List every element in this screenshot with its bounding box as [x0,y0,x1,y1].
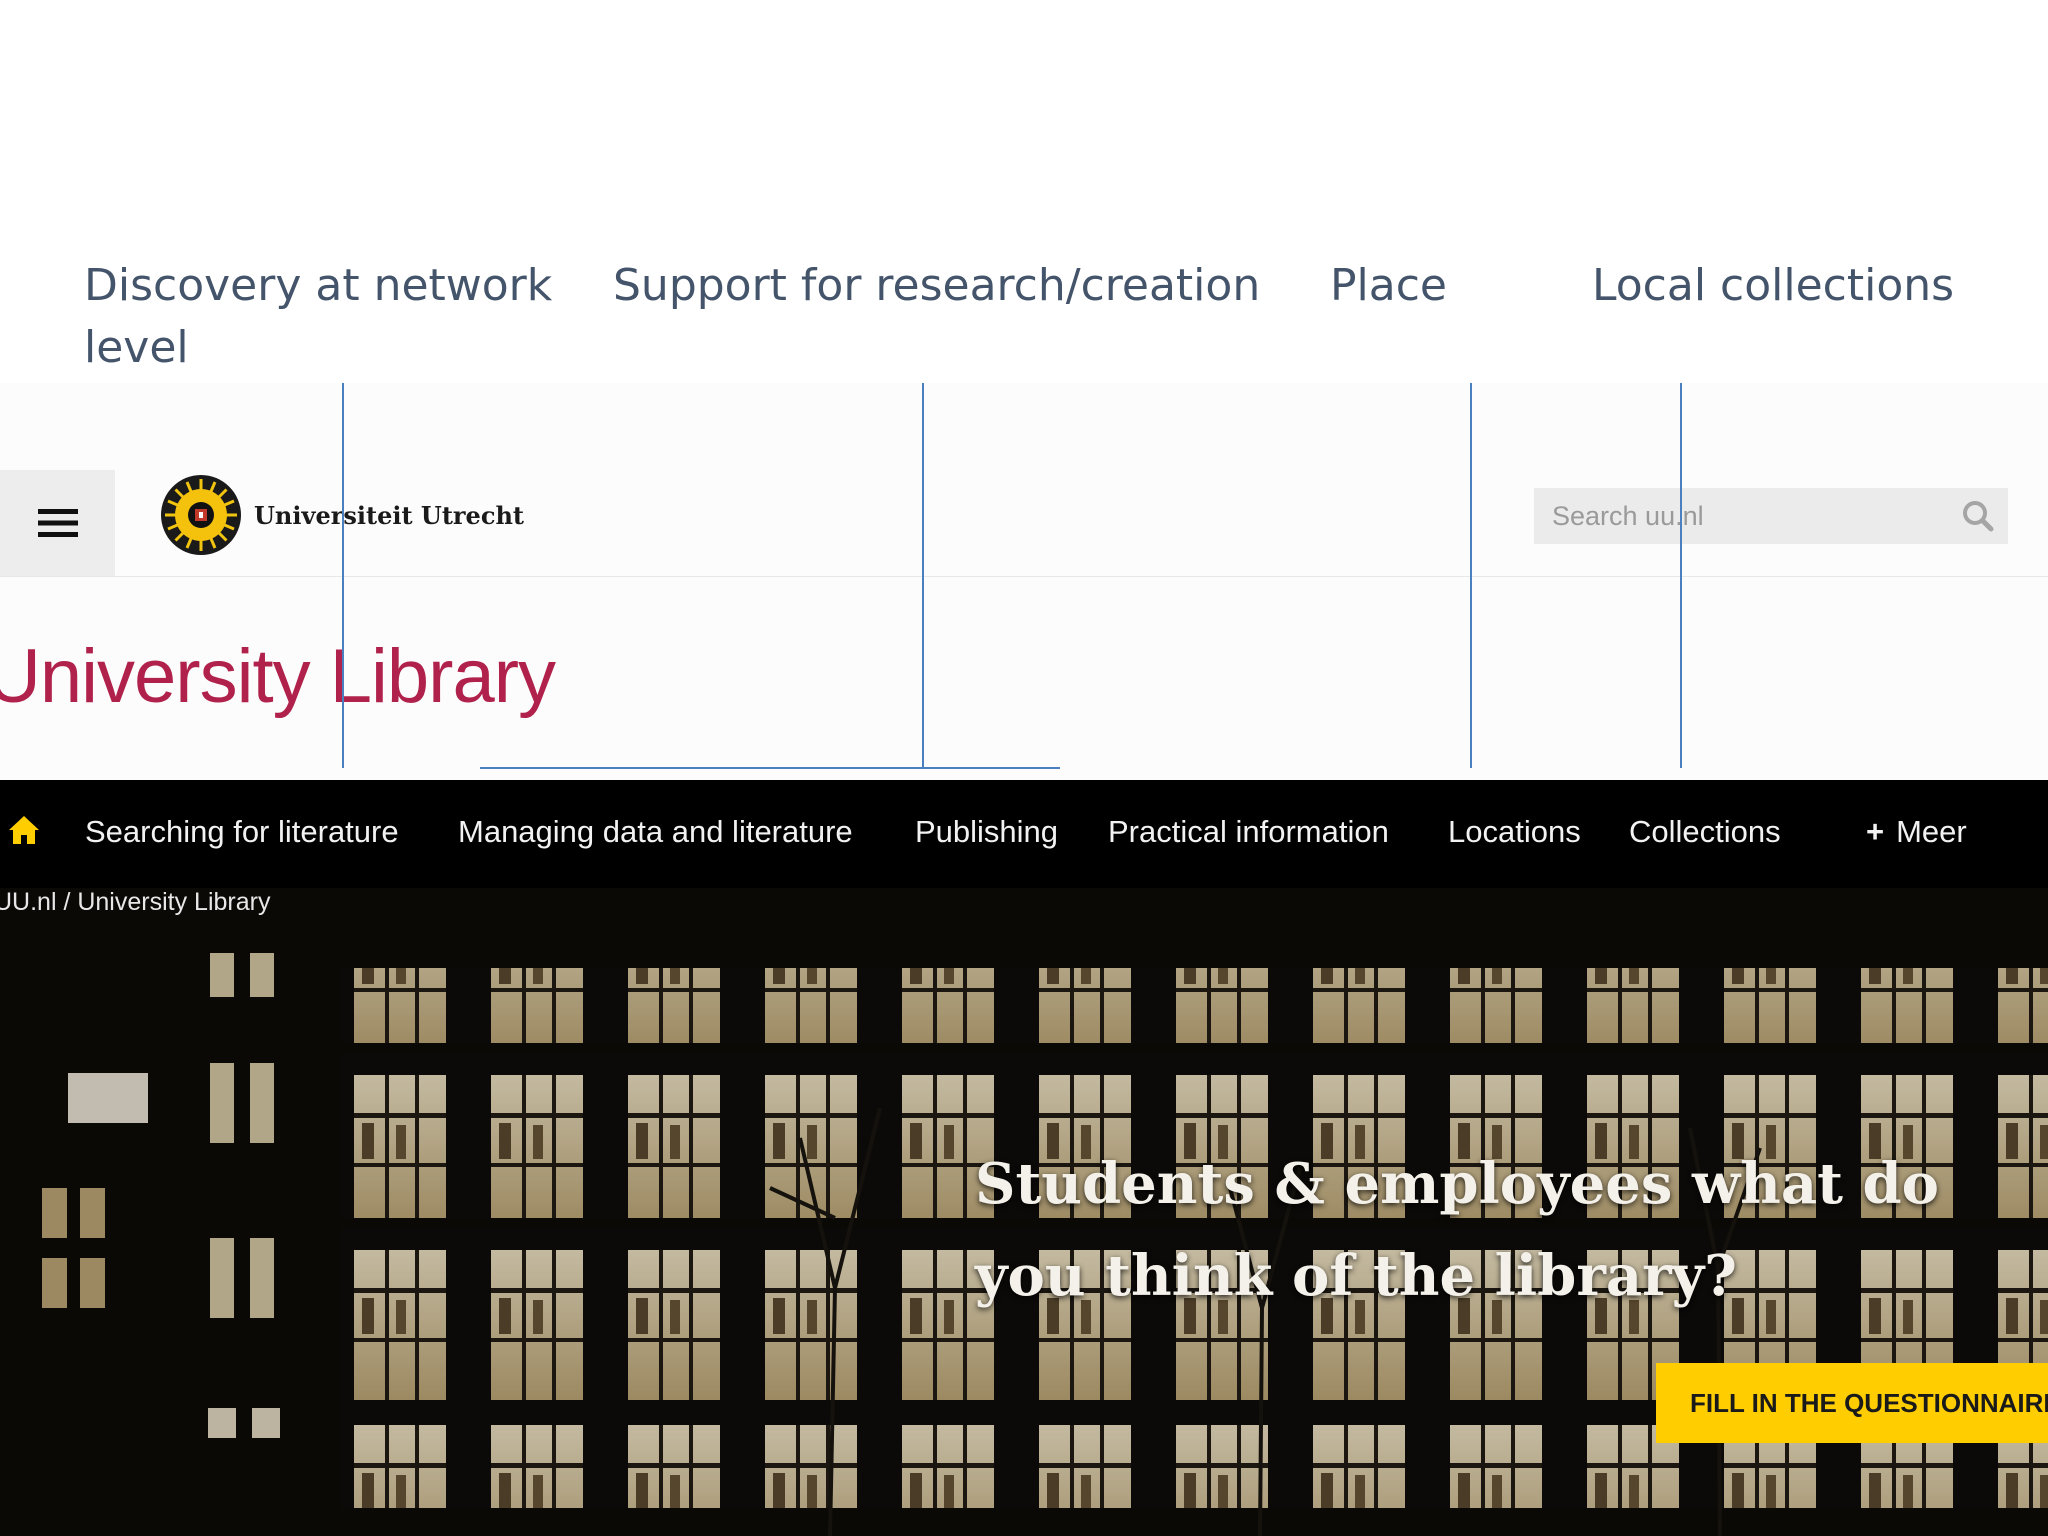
nav-more-label: Meer [1896,814,1967,849]
nav-item-managing-data[interactable]: Managing data and literature [458,814,853,850]
search-button[interactable] [1948,488,2008,544]
search-icon [1963,501,1994,532]
fill-in-questionnaire-button[interactable]: FILL IN THE QUESTIONNAIRE [1656,1363,2048,1443]
hero-title: Students & employees what do you think o… [975,1151,1940,1309]
hamburger-menu-icon [37,509,78,537]
nav-home[interactable] [8,814,40,851]
search-input[interactable] [1534,487,1948,545]
nav-item-publishing[interactable]: Publishing [915,814,1058,850]
search-box [1534,487,2008,545]
annotation-line-local-collections [1680,383,1682,768]
annotation-local-collections: Local collections [1592,260,1955,311]
annotation-place: Place [1330,260,1447,311]
university-seal-icon [161,475,241,555]
annotation-line-place [1470,383,1472,768]
annotation-line-support [922,383,924,768]
annotation-line-discovery [342,383,344,768]
annotation-discovery: Discovery at network level [84,260,553,373]
plus-icon: + [1866,814,1885,849]
nav-item-locations[interactable]: Locations [1448,814,1581,850]
site-header: Universiteit Utrecht University Library [0,383,2048,780]
home-icon [9,816,39,844]
breadcrumb[interactable]: UU.nl / University Library [0,888,270,917]
nav-item-practical-information[interactable]: Practical information [1108,814,1389,850]
annotation-support: Support for research/creation [613,260,1261,311]
nav-item-searching-for-literature[interactable]: Searching for literature [85,814,399,850]
header-divider [0,576,2048,577]
nav-item-collections[interactable]: Collections [1629,814,1781,850]
main-navigation: Searching for literature Managing data a… [0,780,2048,888]
hero-banner: UU.nl / University Library Students & em… [0,888,2048,1536]
annotation-line-support-horizontal [480,767,1060,769]
site-title[interactable]: University Library [0,633,556,720]
nav-more-button[interactable]: + Meer [1866,814,1967,850]
library-website-screenshot: Universiteit Utrecht University Library … [0,383,2048,1536]
menu-button[interactable] [0,470,115,576]
logo-text: Universiteit Utrecht [254,500,524,530]
